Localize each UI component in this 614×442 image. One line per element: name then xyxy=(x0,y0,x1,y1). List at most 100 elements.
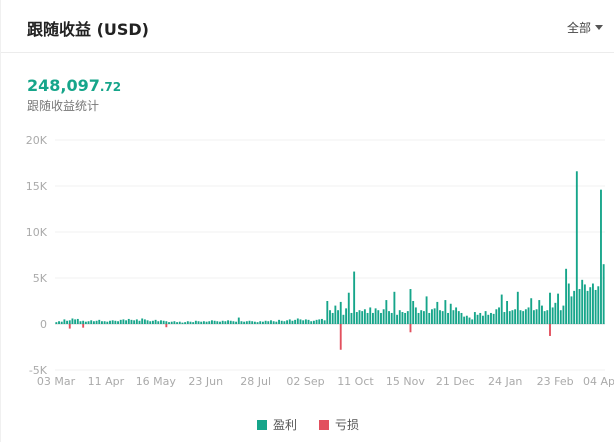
x-tick-label-11: 04 Ap xyxy=(583,375,614,388)
bar-profit-154 xyxy=(468,317,471,324)
x-tick-label-3: 23 Jun xyxy=(188,375,223,388)
bar-profit-175 xyxy=(524,309,527,324)
bar-profit-38 xyxy=(157,321,160,324)
bar-profit-159 xyxy=(481,315,484,324)
bar-profit-126 xyxy=(393,291,396,324)
bar-profit-61 xyxy=(219,321,221,324)
bar-profit-104 xyxy=(334,305,337,324)
bar-loss-5 xyxy=(68,324,71,329)
bar-profit-58 xyxy=(211,320,213,324)
profit-card: 跟随收益 (USD) 全部 248,097.72 跟随收益统计 20K 15K 10… xyxy=(0,0,614,442)
period-filter-dropdown[interactable]: 全部 xyxy=(567,19,603,36)
bar-profit-74 xyxy=(253,321,256,324)
total-profit-main: 248,097 xyxy=(27,76,100,95)
bar-profit-35 xyxy=(149,321,152,324)
bar-profit-108 xyxy=(345,308,348,324)
bar-loss-132 xyxy=(409,324,412,333)
legend-swatch-profit xyxy=(256,419,267,430)
x-tick-label-4: 28 Jul xyxy=(240,375,271,388)
bar-profit-94 xyxy=(307,319,310,324)
bar-profit-17 xyxy=(101,321,103,324)
bar-profit-168 xyxy=(506,301,509,324)
bar-profit-181 xyxy=(541,305,543,324)
legend-item-profit[interactable]: 盈利 xyxy=(256,416,297,433)
bar-profit-140 xyxy=(431,309,433,324)
bar-profit-177 xyxy=(530,298,533,324)
bar-profit-30 xyxy=(135,319,138,324)
bar-profit-65 xyxy=(229,320,232,324)
bar-profit-0 xyxy=(55,322,58,324)
bar-profit-195 xyxy=(578,289,581,324)
legend-item-loss[interactable]: 亏损 xyxy=(319,416,359,433)
legend-label-loss: 亏损 xyxy=(335,418,360,432)
bar-profit-202 xyxy=(597,286,600,324)
bar-profit-145 xyxy=(444,300,447,324)
bar-profit-27 xyxy=(127,318,130,324)
bar-profit-156 xyxy=(473,312,476,324)
bar-profit-132 xyxy=(409,289,412,324)
bar-profit-162 xyxy=(490,312,492,324)
bar-profit-86 xyxy=(286,320,289,324)
caret-down-icon xyxy=(595,25,603,30)
bar-profit-167 xyxy=(503,312,506,324)
bar-profit-89 xyxy=(294,319,297,324)
bar-profit-142 xyxy=(436,301,439,324)
bar-profit-186 xyxy=(554,302,557,324)
bar-profit-185 xyxy=(551,307,554,324)
bar-profit-130 xyxy=(404,312,407,324)
bar-profit-52 xyxy=(194,320,197,324)
bar-profit-53 xyxy=(197,321,200,324)
bar-profit-153 xyxy=(465,315,468,324)
bar-profit-138 xyxy=(425,296,428,324)
bar-profit-174 xyxy=(522,311,525,324)
bar-profit-115 xyxy=(363,309,366,324)
card-title: 跟随收益 (USD) xyxy=(27,20,149,39)
bar-profit-28 xyxy=(130,319,133,324)
bar-profit-128 xyxy=(398,310,401,324)
bar-profit-141 xyxy=(433,308,436,324)
bar-profit-48 xyxy=(184,322,187,324)
bar-profit-134 xyxy=(414,307,417,324)
bar-profit-121 xyxy=(380,312,382,324)
bar-profit-106 xyxy=(339,301,342,324)
bar-profit-1 xyxy=(58,321,60,324)
bar-profit-77 xyxy=(261,321,264,324)
bar-profit-91 xyxy=(299,319,302,324)
bar-profit-160 xyxy=(484,311,487,324)
bar-profit-99 xyxy=(321,318,323,324)
bar-profit-161 xyxy=(487,314,490,324)
bar-profit-7 xyxy=(74,319,77,324)
bar-profit-6 xyxy=(71,318,74,324)
period-filter-label: 全部 xyxy=(566,21,591,35)
x-tick-label-2: 16 May xyxy=(136,375,177,388)
bar-profit-50 xyxy=(189,321,192,324)
bar-profit-55 xyxy=(202,321,205,324)
bar-loss-10 xyxy=(82,324,85,328)
bar-profit-111 xyxy=(353,271,356,324)
bar-profit-123 xyxy=(385,300,388,324)
bar-profit-88 xyxy=(291,320,294,324)
bar-profit-66 xyxy=(232,321,235,324)
bar-profit-51 xyxy=(192,322,195,324)
bar-profit-56 xyxy=(205,321,208,324)
x-tick-label-7: 15 Nov xyxy=(386,375,425,388)
chart-legend: 盈利 亏损 xyxy=(1,416,614,433)
bar-profit-155 xyxy=(471,319,474,324)
bar-profit-64 xyxy=(227,320,229,324)
bar-profit-189 xyxy=(562,305,565,324)
x-tick-label-8: 21 Dec xyxy=(436,375,475,388)
bar-profit-165 xyxy=(498,307,500,324)
x-tick-label-9: 24 Jan xyxy=(488,375,522,388)
bar-profit-82 xyxy=(275,321,278,324)
bar-profit-83 xyxy=(278,319,280,324)
bar-profit-197 xyxy=(583,284,586,324)
bar-profit-85 xyxy=(283,321,286,324)
bar-profit-182 xyxy=(543,311,546,324)
bar-profit-34 xyxy=(146,320,149,324)
bar-profit-41 xyxy=(165,321,168,324)
bar-profit-37 xyxy=(154,319,157,324)
bar-profit-118 xyxy=(371,312,374,324)
bar-profit-170 xyxy=(511,310,514,324)
bar-profit-105 xyxy=(337,310,339,324)
bar-profit-4 xyxy=(66,320,69,324)
